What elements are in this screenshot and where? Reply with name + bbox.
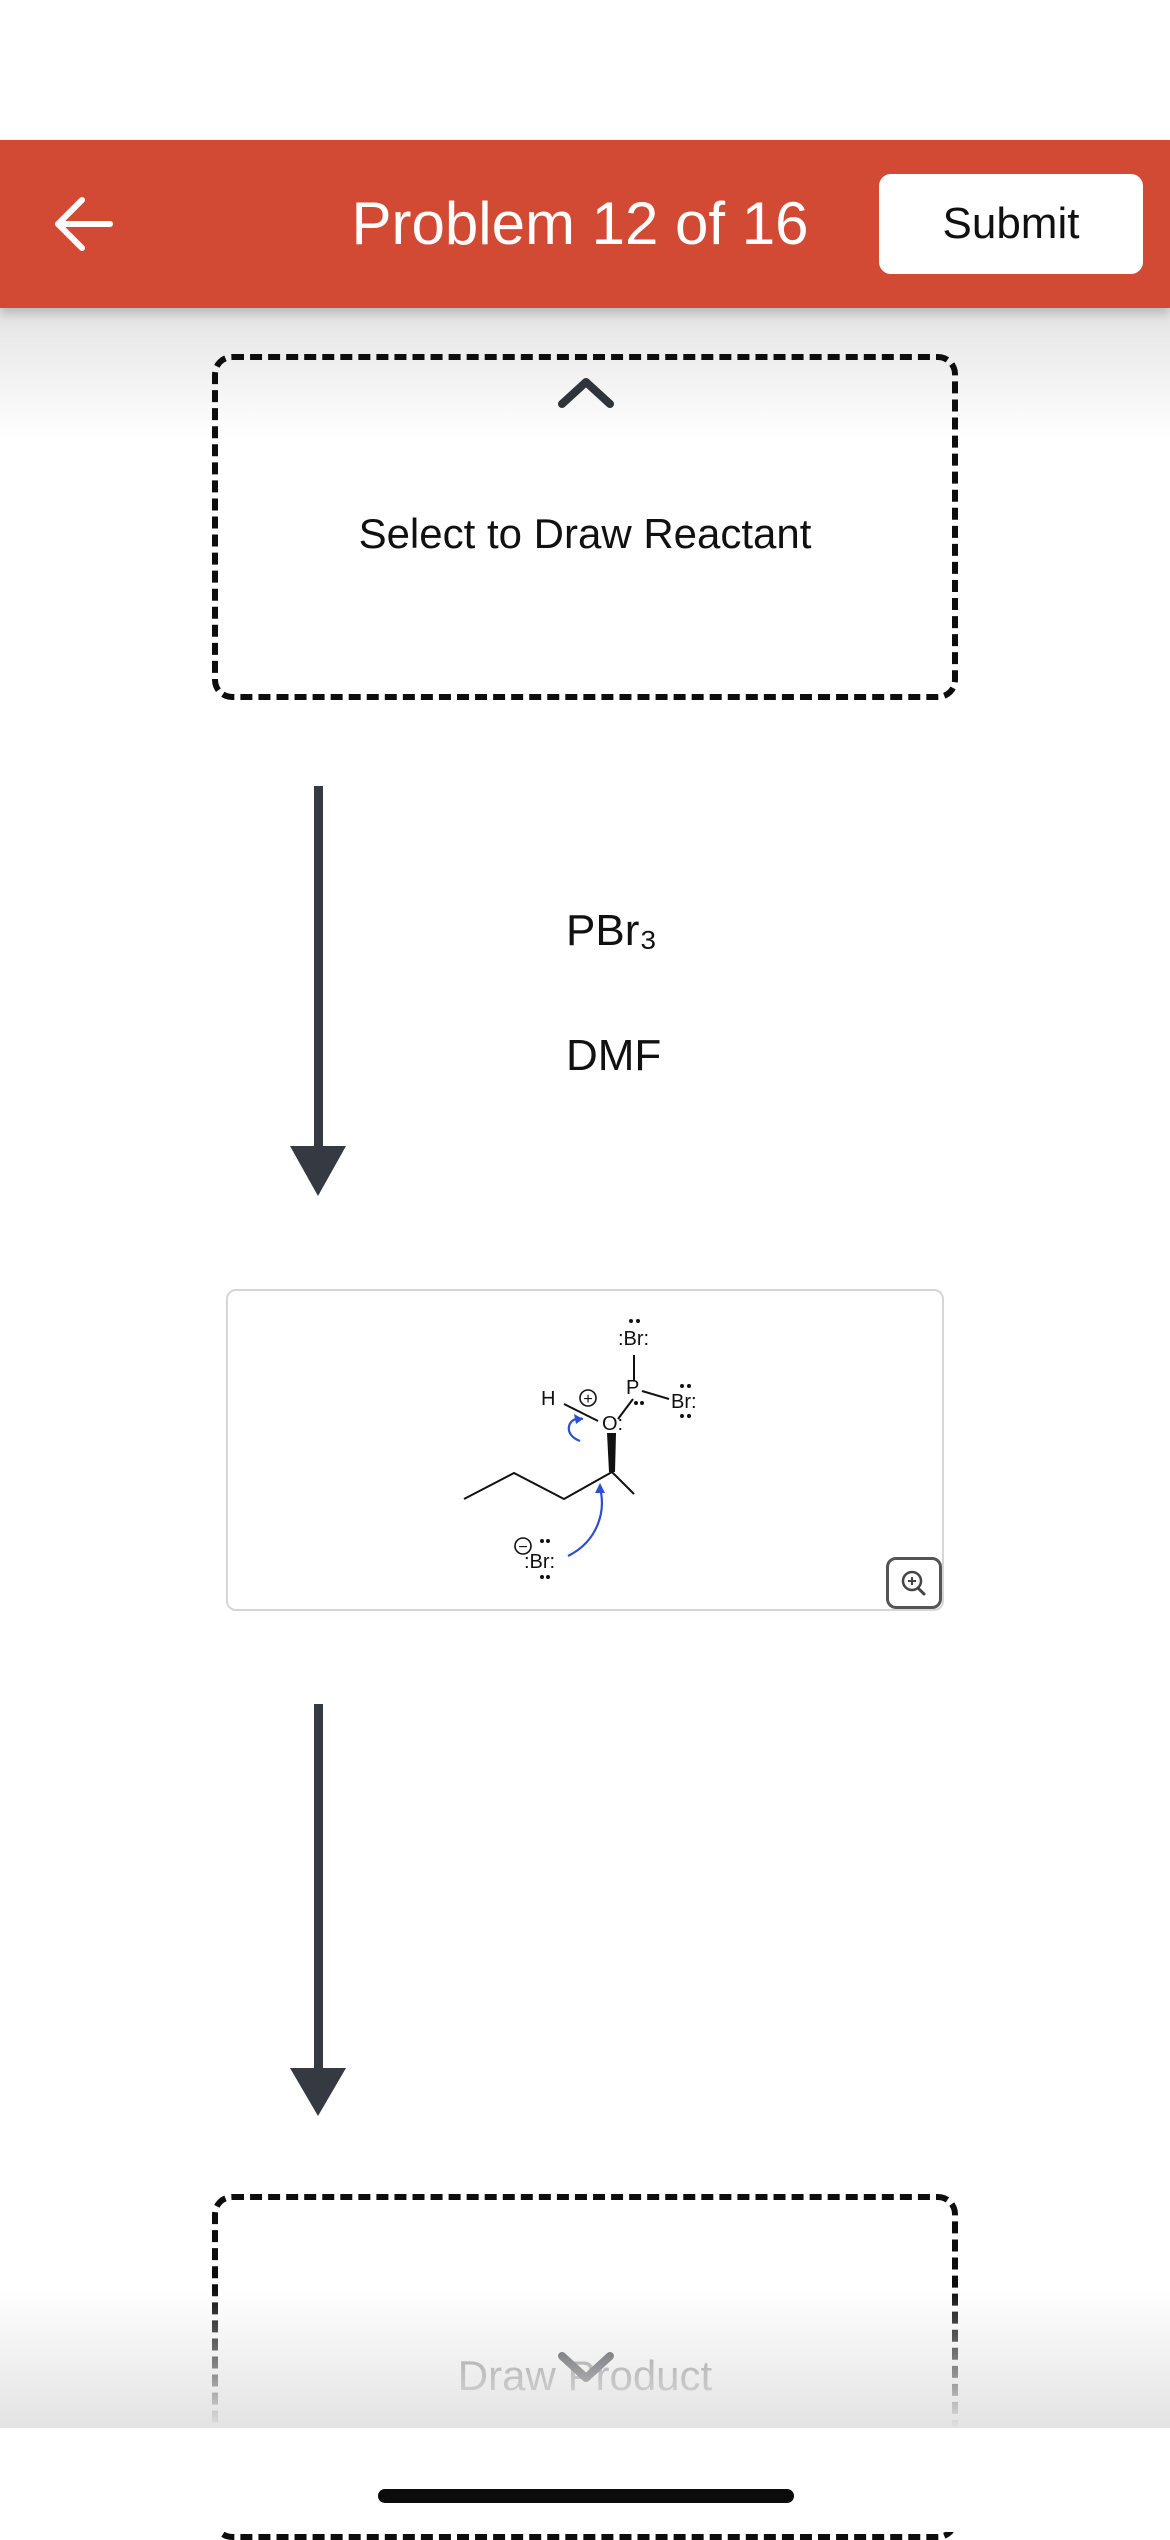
mechanism-structure: :Br: P Br: O: H :Br: + − — [463, 1319, 697, 1579]
chevron-up-icon[interactable] — [556, 374, 616, 410]
back-button[interactable] — [48, 180, 128, 268]
status-bar — [0, 0, 1170, 140]
atom-br-anion: :Br: — [524, 1551, 555, 1573]
carbon-chain — [463, 1470, 635, 1501]
chevron-down-icon[interactable] — [556, 2350, 616, 2386]
home-indicator-area — [0, 2428, 1170, 2532]
zoom-in-icon — [901, 1570, 926, 1596]
svg-text:−: − — [518, 1539, 527, 1556]
curved-arrow-br-c — [567, 1487, 603, 1557]
bond-p-br-right — [641, 1390, 670, 1400]
atom-o: O: — [602, 1413, 623, 1435]
arrow-left-icon — [55, 197, 113, 251]
atom-p: P — [626, 1377, 639, 1399]
oxonium-charge: + — [579, 1389, 597, 1408]
page-title: Problem 12 of 16 — [351, 190, 809, 257]
header-bar: Problem 12 of 16 Submit — [0, 140, 1170, 308]
submit-button[interactable]: Submit — [879, 174, 1143, 274]
reaction-arrow-2 — [290, 1704, 346, 2116]
reaction-arrow-1 — [290, 786, 346, 1196]
reagent-dmf: DMF — [566, 1031, 662, 1080]
wedge-bond — [607, 1433, 616, 1472]
zoom-button[interactable] — [886, 1557, 942, 1609]
reagent-pbr3: PBr₃ — [566, 906, 658, 955]
atom-h: H — [541, 1388, 555, 1410]
draw-reactant-label: Select to Draw Reactant — [358, 510, 812, 557]
mechanism-panel[interactable]: :Br: P Br: O: H :Br: + − — [226, 1289, 944, 1611]
atom-br-top: :Br: — [618, 1328, 649, 1350]
atom-br-right: Br: — [671, 1391, 697, 1413]
home-indicator[interactable] — [378, 2489, 794, 2503]
draw-reactant-box[interactable]: Select to Draw Reactant — [212, 354, 958, 700]
svg-text:+: + — [583, 1391, 592, 1408]
